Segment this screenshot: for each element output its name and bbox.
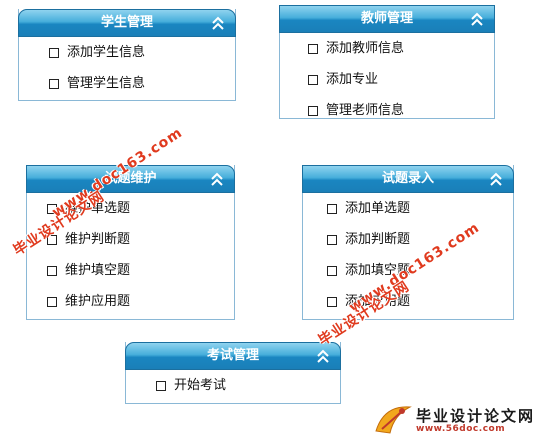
menu-item-manage-teacher[interactable]: 管理老师信息 bbox=[280, 95, 494, 126]
menu-item-label: 维护判断题 bbox=[65, 232, 131, 247]
panel-title: 学生管理 bbox=[100, 15, 153, 30]
menu-item-label: 添加专业 bbox=[326, 72, 379, 87]
menu-item-label: 开始考试 bbox=[174, 378, 227, 393]
logo-emblem-icon bbox=[375, 406, 412, 434]
menu-item-label: 维护填空题 bbox=[65, 263, 131, 278]
logo-text: 毕业设计论文网 bbox=[416, 407, 535, 425]
menu-item-start-exam[interactable]: 开始考试 bbox=[126, 370, 340, 401]
panel-student-management: 学生管理 添加学生信息 管理学生信息 bbox=[18, 9, 236, 101]
checkbox-icon[interactable] bbox=[327, 204, 337, 214]
panel-title: 考试管理 bbox=[206, 348, 259, 363]
menu-item-label: 添加单选题 bbox=[345, 201, 411, 216]
menu-item-label: 管理老师信息 bbox=[326, 103, 405, 118]
checkbox-icon[interactable] bbox=[308, 44, 318, 54]
checkbox-icon[interactable] bbox=[327, 266, 337, 276]
logo-url: www.56doc.com bbox=[416, 424, 506, 434]
panel-teacher-management: 教师管理 添加教师信息 添加专业 管理老师信息 bbox=[279, 5, 495, 119]
double-chevron-up-icon[interactable] bbox=[210, 171, 224, 187]
checkbox-icon[interactable] bbox=[308, 75, 318, 85]
double-chevron-up-icon[interactable] bbox=[470, 11, 484, 27]
double-chevron-up-icon[interactable] bbox=[211, 15, 225, 31]
panel-header-teacher[interactable]: 教师管理 bbox=[279, 5, 495, 33]
menu-item-label: 维护应用题 bbox=[65, 294, 131, 309]
double-chevron-up-icon[interactable] bbox=[489, 171, 503, 187]
menu-item-add-single[interactable]: 添加单选题 bbox=[303, 193, 513, 224]
checkbox-icon[interactable] bbox=[327, 235, 337, 245]
site-logo: 毕业设计论文网 www.56doc.com bbox=[370, 400, 535, 438]
checkbox-icon[interactable] bbox=[49, 79, 59, 89]
menu-item-maintain-fill[interactable]: 维护填空题 bbox=[27, 255, 234, 286]
panel-header-entry[interactable]: 试题录入 bbox=[302, 165, 514, 193]
panel-question-maintenance: 试题维护 维护单选题 维护判断题 维护填空题 维护应用题 bbox=[26, 165, 235, 320]
menu-item-add-major[interactable]: 添加专业 bbox=[280, 64, 494, 95]
panel-title: 试题录入 bbox=[381, 171, 434, 186]
panel-title: 教师管理 bbox=[360, 11, 413, 26]
panel-question-entry: 试题录入 添加单选题 添加判断题 添加填空题 添加应用题 bbox=[302, 165, 514, 320]
menu-item-manage-student[interactable]: 管理学生信息 bbox=[19, 68, 235, 99]
panel-exam-management: 考试管理 开始考试 bbox=[125, 342, 341, 404]
menu-item-label: 管理学生信息 bbox=[67, 76, 146, 91]
checkbox-icon[interactable] bbox=[308, 106, 318, 116]
menu-item-add-judge[interactable]: 添加判断题 bbox=[303, 224, 513, 255]
menu-item-label: 添加学生信息 bbox=[67, 45, 146, 60]
menu-item-maintain-application[interactable]: 维护应用题 bbox=[27, 286, 234, 317]
menu-item-add-teacher[interactable]: 添加教师信息 bbox=[280, 33, 494, 64]
menu-item-label: 添加教师信息 bbox=[326, 41, 405, 56]
menu-item-label: 添加判断题 bbox=[345, 232, 411, 247]
checkbox-icon[interactable] bbox=[47, 297, 57, 307]
checkbox-icon[interactable] bbox=[47, 266, 57, 276]
panel-header-student[interactable]: 学生管理 bbox=[18, 9, 236, 37]
checkbox-icon[interactable] bbox=[327, 297, 337, 307]
checkbox-icon[interactable] bbox=[49, 48, 59, 58]
checkbox-icon[interactable] bbox=[156, 381, 166, 391]
panel-header-exam[interactable]: 考试管理 bbox=[125, 342, 341, 370]
menu-item-add-student[interactable]: 添加学生信息 bbox=[19, 37, 235, 68]
double-chevron-up-icon[interactable] bbox=[316, 348, 330, 364]
